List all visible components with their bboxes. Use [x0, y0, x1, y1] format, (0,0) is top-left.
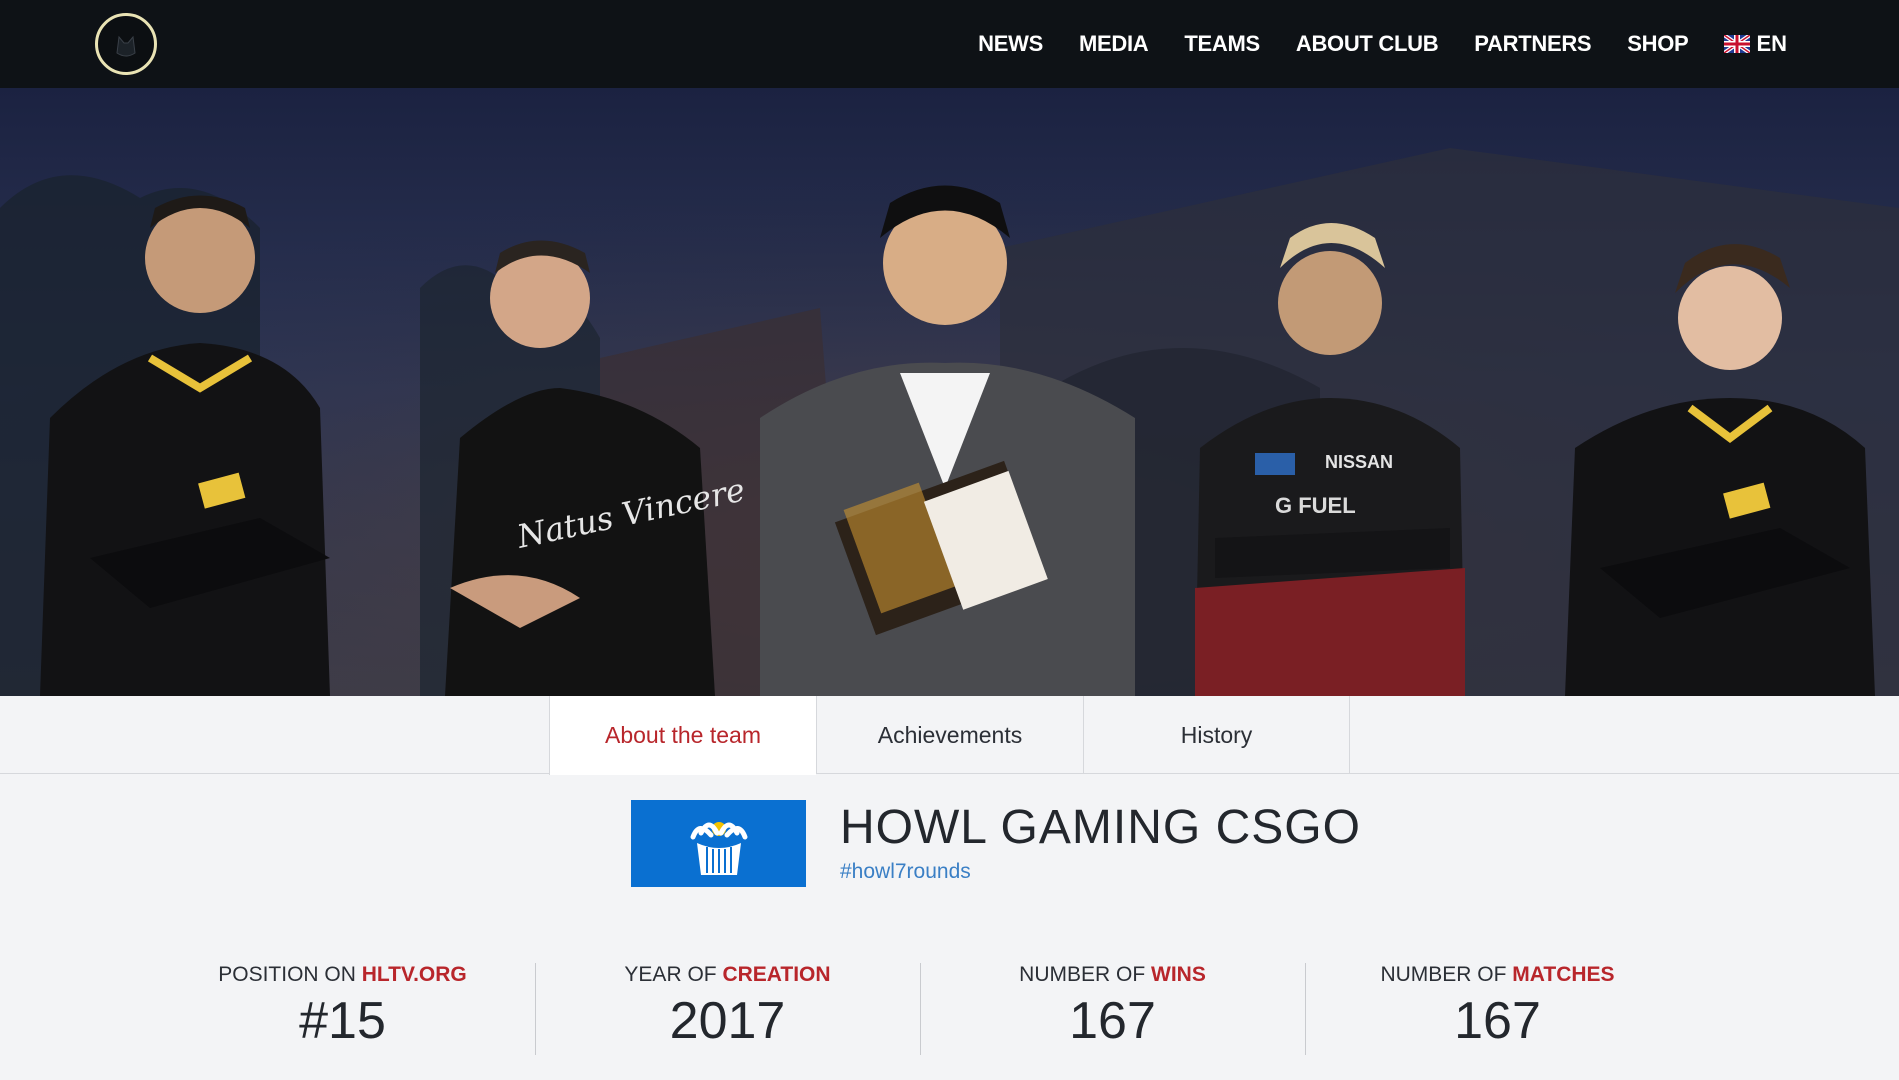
- sponsor-top-text: NISSAN: [1325, 452, 1393, 472]
- language-label: EN: [1756, 31, 1787, 56]
- team-tabs: About the team Achievements History: [0, 696, 1899, 775]
- team-stats: POSITION ON HLTV.ORG #15 YEAR OF CREATIO…: [150, 955, 1690, 1055]
- wolf-logo-icon[interactable]: [95, 13, 157, 75]
- stat-label-prefix: YEAR OF: [624, 963, 723, 986]
- stat-label-prefix: POSITION ON: [218, 963, 362, 986]
- uk-flag-icon: [1724, 35, 1751, 53]
- stat-value: 167: [1454, 992, 1541, 1050]
- stat-year-of-creation: YEAR OF CREATION 2017: [535, 955, 920, 1055]
- stat-value: 167: [1069, 992, 1156, 1050]
- tab-history[interactable]: History: [1083, 696, 1350, 774]
- cis-emblem-flag-icon: [690, 821, 747, 875]
- nav-media[interactable]: MEDIA: [1079, 31, 1149, 57]
- nav-news[interactable]: NEWS: [978, 31, 1043, 57]
- stat-label-highlight: WINS: [1151, 963, 1206, 986]
- nav-shop[interactable]: SHOP: [1627, 31, 1688, 57]
- team-photo: Natus Vincere NISSAN G FUEL: [0, 88, 1899, 696]
- top-navigation-bar: NEWS MEDIA TEAMS ABOUT CLUB PARTNERS SHO…: [0, 0, 1899, 88]
- tab-about-the-team[interactable]: About the team: [549, 696, 816, 775]
- sponsor-mid-text: G FUEL: [1275, 493, 1356, 518]
- stat-value: #15: [299, 992, 386, 1050]
- stat-value: 2017: [669, 992, 786, 1050]
- stat-number-of-wins: NUMBER OF WINS 167: [920, 955, 1305, 1055]
- language-switcher[interactable]: EN: [1724, 31, 1787, 57]
- team-country-flag: [631, 800, 806, 887]
- tab-achievements[interactable]: Achievements: [816, 696, 1083, 774]
- nav-teams[interactable]: TEAMS: [1184, 31, 1260, 57]
- stat-hltv-position: POSITION ON HLTV.ORG #15: [150, 955, 535, 1055]
- stat-label-prefix: NUMBER OF: [1019, 963, 1151, 986]
- wolf-head-icon: [116, 35, 136, 57]
- stat-label-highlight: CREATION: [722, 963, 831, 986]
- nav-about-club[interactable]: ABOUT CLUB: [1296, 31, 1439, 57]
- nav-partners[interactable]: PARTNERS: [1474, 31, 1591, 57]
- stat-label-highlight: HLTV.ORG: [361, 963, 467, 986]
- main-menu: NEWS MEDIA TEAMS ABOUT CLUB PARTNERS SHO…: [942, 0, 1787, 88]
- team-hero-banner: Natus Vincere NISSAN G FUEL: [0, 88, 1899, 696]
- stat-label-prefix: NUMBER OF: [1380, 963, 1513, 986]
- stat-label-highlight: MATCHES: [1512, 963, 1615, 986]
- team-hashtag[interactable]: #howl7rounds: [840, 860, 971, 884]
- stat-number-of-matches: NUMBER OF MATCHES 167: [1305, 955, 1690, 1055]
- team-name: HOWL GAMING CSGO: [840, 801, 1361, 854]
